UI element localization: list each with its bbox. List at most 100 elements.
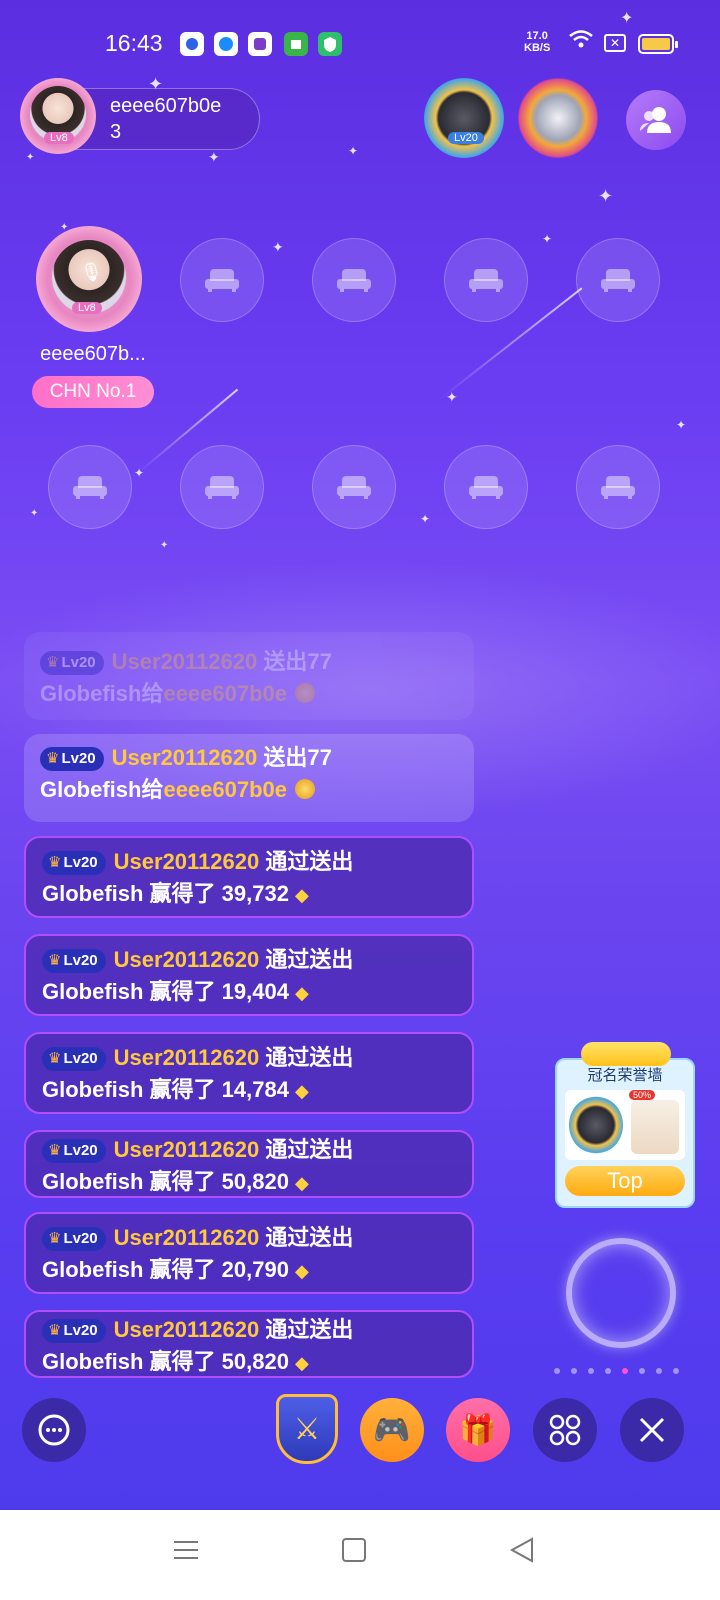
chat-message-win[interactable]: ♛ Lv20 User20112620 通过送出 Globefish 赢得了 19,… — [24, 934, 474, 1016]
sofa-icon — [601, 476, 635, 499]
chat-action: 通过送出 — [265, 947, 354, 972]
honor-wall-top-button[interactable]: Top — [565, 1166, 685, 1196]
frame-wreath-badge[interactable] — [566, 1238, 676, 1348]
chat-line-2: Globefish 赢得了 19,404 ◆ — [42, 976, 456, 1009]
user-level: Lv20 — [63, 1322, 98, 1339]
carousel-dot — [656, 1368, 662, 1374]
chat-line-1: ♛ Lv20 User20112620 通过送出 — [42, 1134, 456, 1166]
empty-seat[interactable] — [180, 238, 264, 322]
status-bar: 16:43 17.0 KB/S ✕ — [0, 26, 720, 62]
sofa-icon — [469, 476, 503, 499]
user-level: Lv20 — [63, 1230, 98, 1247]
chat-message-win[interactable]: ♛ Lv20 User20112620 通过送出 Globefish 赢得了 50,… — [24, 1310, 474, 1378]
chat-win-text: Globefish 赢得了 20,790 — [42, 1257, 289, 1282]
host-avatar-frame[interactable]: Lv8 — [20, 78, 96, 154]
battery-level — [642, 38, 670, 50]
video-app-icon — [248, 32, 272, 56]
home-icon[interactable] — [340, 1536, 368, 1572]
battle-shield-button[interactable]: ⚔ — [276, 1394, 338, 1464]
rank-badge-dragon[interactable] — [518, 78, 598, 158]
empty-seat[interactable] — [312, 445, 396, 529]
online-users-button[interactable] — [626, 90, 686, 150]
chat-win-text: Globefish 赢得了 50,820 — [42, 1169, 289, 1194]
chat-action: 通过送出 — [265, 849, 354, 874]
carousel-dot — [639, 1368, 645, 1374]
sofa-icon — [337, 269, 371, 292]
gift-icon: 🎁 — [459, 1413, 497, 1447]
crown-icon: ♛ — [48, 1050, 62, 1067]
star-decoration: ✦ — [348, 144, 359, 158]
empty-seat[interactable] — [444, 238, 528, 322]
sofa-icon — [337, 476, 371, 499]
carousel-dot — [673, 1368, 679, 1374]
diamond-icon: ◆ — [294, 1173, 309, 1193]
chat-username: User20112620 — [113, 1137, 260, 1162]
user-level: Lv20 — [63, 854, 98, 871]
net-speed: 17.0 KB/S — [524, 30, 550, 54]
host-seat-avatar[interactable]: 🎙 Lv8 — [36, 226, 142, 332]
crossed-swords-icon: ⚔ — [293, 1412, 321, 1446]
crown-icon: ♛ — [48, 854, 62, 871]
carousel-dot — [554, 1368, 560, 1374]
chat-line-2: Globefish 赢得了 50,820 ◆ — [42, 1166, 456, 1199]
empty-seat[interactable] — [48, 445, 132, 529]
users-icon — [640, 107, 671, 133]
close-room-button[interactable] — [620, 1398, 684, 1462]
carousel-dots — [554, 1361, 690, 1374]
app-screen: ✦ ✦ ✦ ✦ ✦ ✦ ✦ ✦ ✦ ✦ ✦ ✦ ✦ ✦ ✦ 16:43 17.0… — [0, 0, 720, 1510]
star-decoration: ✦ — [272, 240, 284, 256]
star-decoration: ✦ — [208, 150, 220, 166]
crown-icon: ♛ — [46, 654, 60, 671]
status-time: 16:43 — [105, 30, 163, 56]
user-level: Lv20 — [63, 952, 98, 969]
chat-username: User20112620 — [113, 1045, 260, 1070]
chat-line-2: Globefish 赢得了 20,790 ◆ — [42, 1254, 456, 1287]
user-level-badge: ♛ Lv20 — [40, 747, 104, 771]
chat-message-win[interactable]: ♛ Lv20 User20112620 通过送出 Globefish 赢得了 39,… — [24, 836, 474, 918]
rank-badge-recharge[interactable]: Lv20 — [424, 78, 504, 158]
menu-icon[interactable] — [172, 1536, 200, 1572]
chat-win-text: Globefish 赢得了 39,732 — [42, 881, 289, 906]
crown-icon: ♛ — [48, 952, 62, 969]
chat-line-2: Globefish 赢得了 14,784 ◆ — [42, 1074, 456, 1107]
player-app-icon — [214, 32, 238, 56]
empty-seat[interactable] — [444, 445, 528, 529]
crown-icon: ♛ — [48, 1230, 62, 1247]
diamond-icon: ◆ — [294, 1353, 309, 1373]
empty-seat[interactable] — [576, 238, 660, 322]
empty-seat[interactable] — [180, 445, 264, 529]
diamond-icon: ◆ — [294, 885, 309, 905]
honor-wall-title: 冠名荣誉墙 — [587, 1067, 663, 1084]
chat-line-1: ♛ Lv20 User20112620 送出77 — [40, 646, 458, 678]
chat-message-gift[interactable]: ♛ Lv20 User20112620 送出77 Globefish给eeee607… — [24, 632, 474, 720]
back-icon[interactable] — [508, 1536, 536, 1572]
chat-win-text: Globefish 赢得了 19,404 — [42, 979, 289, 1004]
empty-seat[interactable] — [576, 445, 660, 529]
chat-message-gift[interactable]: ♛ Lv20 User20112620 送出77 Globefish给eeee607… — [24, 734, 474, 822]
empty-seat[interactable] — [312, 238, 396, 322]
sofa-icon — [469, 269, 503, 292]
battery-icon — [638, 34, 678, 54]
chat-message-win[interactable]: ♛ Lv20 User20112620 通过送出 Globefish 赢得了 50,… — [24, 1130, 474, 1198]
baidu-app-icon — [180, 32, 204, 56]
star-decoration: ✦ — [26, 152, 35, 163]
star-decoration: ✦ — [30, 508, 39, 519]
carousel-dot — [571, 1368, 577, 1374]
discount-tag: 50% — [629, 1090, 656, 1100]
chat-line-1: ♛ Lv20 User20112620 通过送出 — [42, 1042, 456, 1074]
mosque-moon-image — [631, 1100, 679, 1154]
chat-input-button[interactable] — [22, 1398, 86, 1462]
gift-button[interactable]: 🎁 — [446, 1398, 510, 1462]
chat-message-win[interactable]: ♛ Lv20 User20112620 通过送出 Globefish 赢得了 14,… — [24, 1032, 474, 1114]
security-app-icon — [318, 32, 342, 56]
game-button[interactable]: 🎮 — [360, 1398, 424, 1462]
chat-line-1: ♛ Lv20 User20112620 送出77 — [40, 742, 458, 774]
host-name: eeee607b0e — [110, 95, 222, 117]
crown-icon: ♛ — [48, 1142, 62, 1159]
honor-wall-widget[interactable]: 冠名荣誉墙 50% Top — [555, 1042, 695, 1208]
chat-message-win[interactable]: ♛ Lv20 User20112620 通过送出 Globefish 赢得了 20,… — [24, 1212, 474, 1294]
coin-icon — [295, 683, 316, 703]
more-menu-button[interactable] — [533, 1398, 597, 1462]
chat-username: User20112620 — [113, 947, 260, 972]
chat-action: 送出77 — [263, 649, 332, 674]
